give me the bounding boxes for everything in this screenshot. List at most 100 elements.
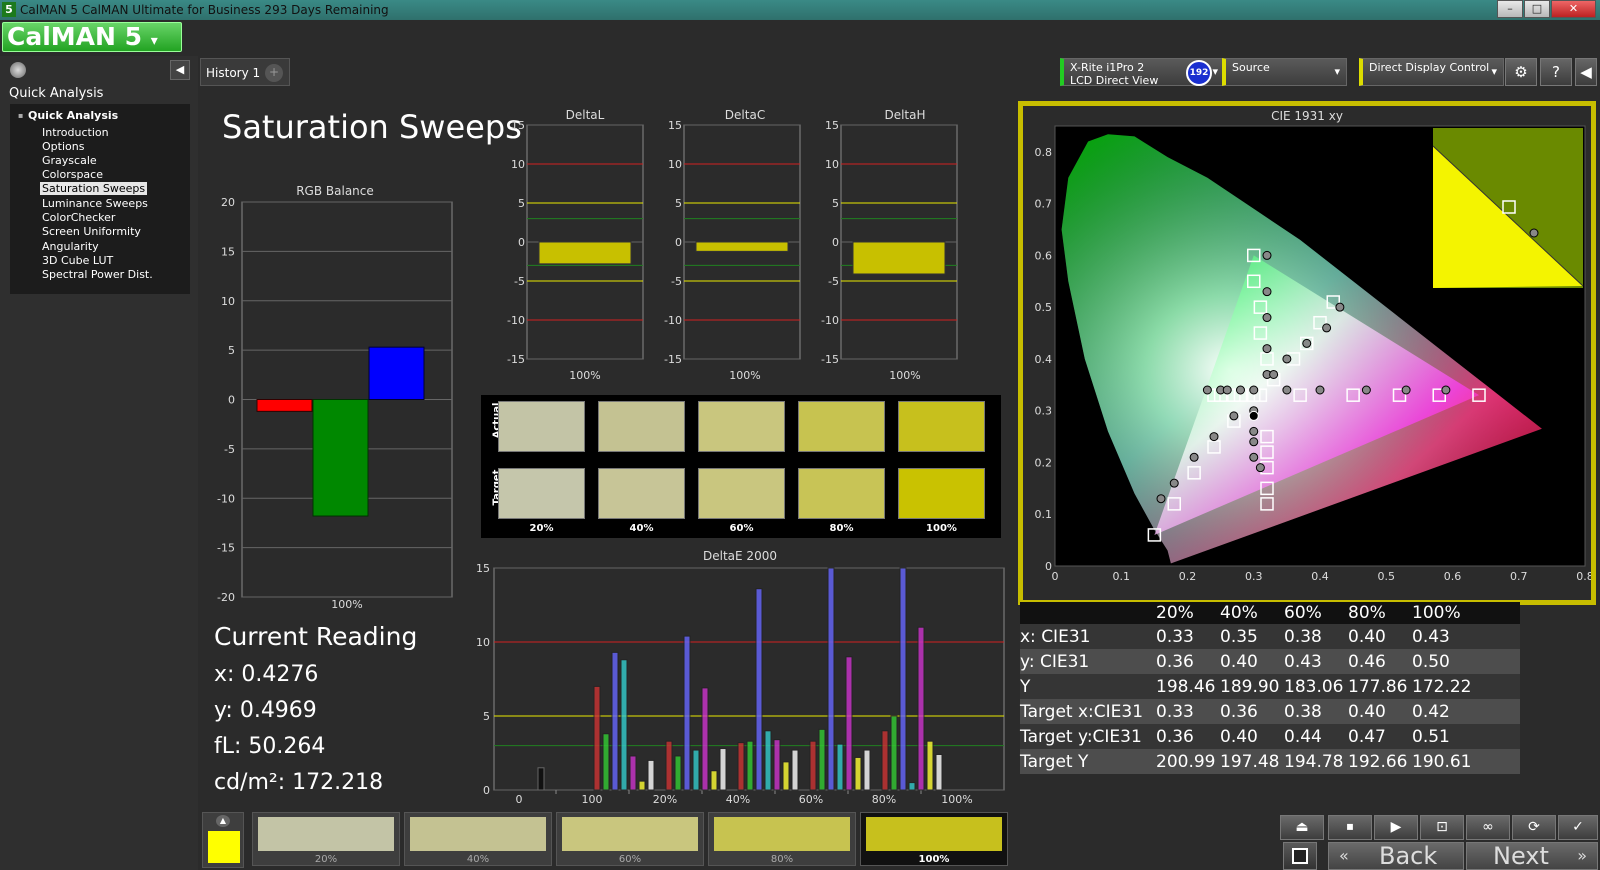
back-button[interactable]: « Back bbox=[1328, 842, 1464, 870]
deltae-bar bbox=[845, 656, 853, 791]
stop-button[interactable]: ⏹ bbox=[1328, 815, 1372, 840]
sidebar-item-options[interactable]: Options bbox=[42, 140, 84, 153]
pin-icon[interactable] bbox=[10, 62, 26, 78]
refresh-button[interactable]: ⟳ bbox=[1512, 815, 1556, 840]
table-row: y: CIE31 0.36 0.40 0.43 0.46 0.50 bbox=[1020, 649, 1520, 674]
deltae-bar bbox=[602, 733, 610, 791]
tick-label: -15 bbox=[664, 353, 682, 366]
actual-marker bbox=[1249, 437, 1259, 447]
measure-button[interactable]: ⊡ bbox=[1420, 815, 1464, 840]
actual-marker bbox=[1249, 426, 1259, 436]
play-icon: ▶ bbox=[1390, 819, 1402, 835]
actual-marker bbox=[1262, 344, 1272, 354]
page-title: Saturation Sweeps bbox=[222, 108, 522, 146]
chevron-down-icon: ▾ bbox=[1334, 65, 1340, 78]
tick-label: 0.3 bbox=[1035, 405, 1053, 418]
deltae-bar bbox=[647, 759, 655, 791]
actual-marker bbox=[1236, 385, 1245, 395]
tick-label: 80% bbox=[872, 793, 896, 806]
bottom-swatch-label: 100% bbox=[918, 854, 950, 865]
actual-swatch bbox=[798, 401, 885, 452]
maximize-button[interactable]: □ bbox=[1524, 0, 1550, 18]
sidebar-item-angularity[interactable]: Angularity bbox=[42, 240, 99, 253]
actual-marker bbox=[1282, 354, 1292, 364]
collapse-sidebar-icon[interactable]: ◀ bbox=[170, 60, 190, 80]
table-cell: 0.36 bbox=[1156, 651, 1194, 672]
next-button[interactable]: Next » bbox=[1466, 842, 1598, 870]
tick-label: 0 bbox=[228, 394, 235, 407]
eject-icon: ⏏ bbox=[1295, 819, 1309, 835]
loop-button[interactable]: ∞ bbox=[1466, 815, 1510, 840]
sidebar-item-luminance-sweeps[interactable]: Luminance Sweeps bbox=[42, 197, 148, 210]
bottom-swatch[interactable]: 20% bbox=[252, 812, 400, 866]
actual-marker bbox=[1249, 452, 1259, 462]
sidebar-item-grayscale[interactable]: Grayscale bbox=[42, 154, 97, 167]
app-icon: 5 bbox=[2, 2, 16, 17]
sidebar-item-introduction[interactable]: Introduction bbox=[42, 126, 109, 139]
stop-square-button[interactable] bbox=[1283, 842, 1317, 870]
sidebar-item-spectral-power[interactable]: Spectral Power Dist. bbox=[42, 268, 153, 281]
record-button[interactable]: ⏏ bbox=[1280, 815, 1324, 840]
deltae-bar bbox=[935, 753, 943, 791]
meter-badge[interactable]: 192 bbox=[1186, 60, 1212, 86]
minimize-button[interactable]: – bbox=[1497, 0, 1523, 18]
bottom-swatch-color bbox=[258, 817, 394, 851]
tick-label: -20 bbox=[217, 591, 235, 604]
help-button[interactable]: ? bbox=[1540, 58, 1572, 86]
cie-panel: CIE 1931 xy 0 0.1 0.2 0.3 0.4 0.5 0.6 0.7 0.8 0.8… bbox=[1018, 101, 1596, 605]
actual-marker bbox=[1262, 313, 1272, 323]
deltae-bar bbox=[737, 742, 745, 791]
bar-red bbox=[256, 399, 313, 412]
actual-marker bbox=[1322, 323, 1332, 333]
tab-history-1[interactable]: History 1 + bbox=[200, 58, 290, 86]
bottom-swatch[interactable]: 100% bbox=[860, 812, 1008, 866]
add-tab-icon[interactable]: + bbox=[265, 64, 283, 82]
tick-label: 0.8 bbox=[1035, 146, 1053, 159]
row-label: Target y:CIE31 bbox=[1020, 726, 1142, 747]
chevron-down-icon: ▾ bbox=[150, 33, 158, 49]
confirm-button[interactable]: ✓ bbox=[1558, 815, 1598, 840]
actual-marker bbox=[1255, 463, 1265, 473]
current-marker bbox=[1248, 410, 1259, 421]
deltae-bar bbox=[674, 755, 682, 791]
sidebar-item-colorspace[interactable]: Colorspace bbox=[42, 168, 103, 181]
bottom-swatch[interactable]: 60% bbox=[556, 812, 704, 866]
calman-logo-menu[interactable]: CalMAN 5 ▾ bbox=[2, 22, 182, 52]
table-row: Y 198.46 189.90 183.06 177.86 172.22 bbox=[1020, 674, 1520, 699]
bottom-swatch-label: 20% bbox=[314, 854, 338, 865]
display-selector[interactable]: Direct Display Control ▾ bbox=[1359, 58, 1504, 86]
source-selector[interactable]: Source ▾ bbox=[1222, 58, 1347, 86]
bottom-swatch[interactable]: 40% bbox=[404, 812, 552, 866]
actual-marker bbox=[1156, 494, 1166, 504]
logo-text: CalMAN 5 bbox=[7, 22, 143, 51]
deltae-bar bbox=[899, 567, 907, 791]
rgb-balance-chart: RGB Balance 20 15 10 5 0 -5 -10 -15 -20 100% bbox=[217, 184, 453, 610]
sidebar-item-saturation-sweeps[interactable]: Saturation Sweeps bbox=[40, 182, 148, 195]
close-button[interactable]: ✕ bbox=[1551, 0, 1596, 18]
tree-root[interactable]: Quick Analysis bbox=[28, 109, 118, 122]
bar-green bbox=[312, 399, 369, 517]
zoom-inset bbox=[1432, 128, 1584, 288]
check-icon: ✓ bbox=[1572, 819, 1584, 835]
tick-label: -10 bbox=[664, 314, 682, 327]
tick-label: 10 bbox=[476, 636, 490, 649]
delta-l-title: DeltaL bbox=[566, 108, 605, 122]
settings-button[interactable]: ⚙ bbox=[1505, 58, 1537, 86]
chevron-up-icon[interactable]: ▲ bbox=[216, 815, 230, 827]
bottom-swatch[interactable]: 80% bbox=[708, 812, 856, 866]
collapse-tree-icon[interactable]: ▪ bbox=[18, 111, 23, 120]
collapse-panel-button[interactable]: ◀ bbox=[1575, 58, 1597, 86]
delta-h-chart: DeltaH 100% 15 10 5 0 -5 -10 -15 bbox=[821, 108, 958, 382]
chevron-down-icon: ▾ bbox=[1491, 65, 1497, 78]
play-button[interactable]: ▶ bbox=[1374, 815, 1418, 840]
gear-icon: ⚙ bbox=[1514, 63, 1528, 81]
window-title: CalMAN 5 CalMAN Ultimate for Business 29… bbox=[20, 3, 389, 17]
deltae-bar bbox=[593, 685, 601, 791]
sidebar-item-screen-uniformity[interactable]: Screen Uniformity bbox=[42, 225, 141, 238]
tick-label: 10 bbox=[668, 158, 682, 171]
sidebar-item-colorchecker[interactable]: ColorChecker bbox=[42, 211, 115, 224]
tick-label: -5 bbox=[828, 275, 839, 288]
back-label: Back bbox=[1379, 842, 1438, 870]
tick-label: 5 bbox=[832, 197, 839, 210]
sidebar-item-3d-cube-lut[interactable]: 3D Cube LUT bbox=[42, 254, 113, 267]
